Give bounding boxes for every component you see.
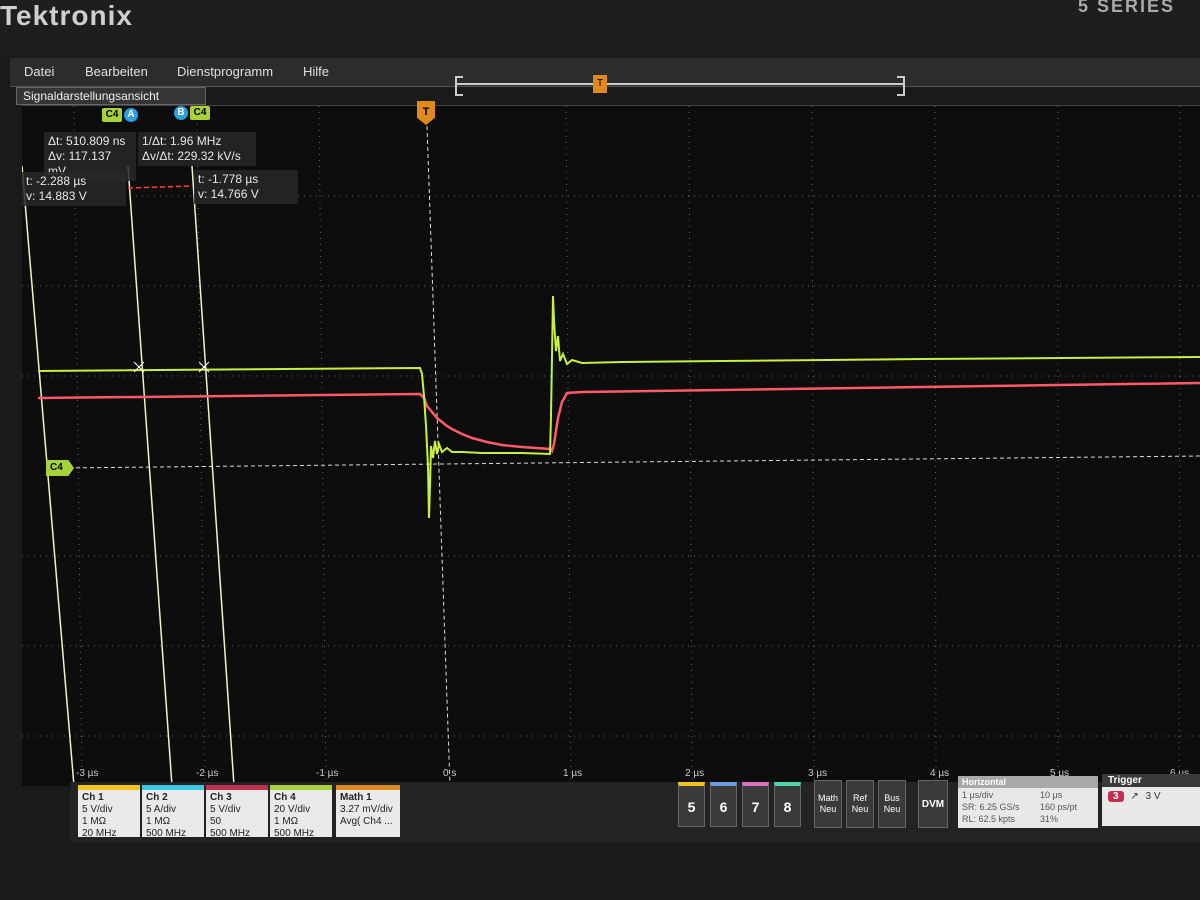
x-tick: 0 s <box>443 768 457 779</box>
cursor-a-time: t: -2.288 µs <box>26 174 87 188</box>
new-bus-button[interactable]: Bus Neu <box>878 780 906 828</box>
record-left-bracket <box>455 76 463 96</box>
new-math-button[interactable]: Math Neu <box>814 780 842 828</box>
waveform-view-title[interactable]: Signaldarstellungsansicht <box>16 87 206 105</box>
new-ref-label-top: Ref <box>852 793 867 803</box>
menu-dienstprogramm[interactable]: Dienstprogramm <box>177 64 273 79</box>
dv-dt-value: Δv/Δt: 229.32 kV/s <box>142 149 241 163</box>
new-bus-label-bottom: Neu <box>883 804 901 814</box>
cursor-b-label[interactable]: B <box>174 106 188 120</box>
math-trace <box>37 381 1200 454</box>
brand-logo: Tektronix <box>0 0 133 31</box>
record-trigger-mark[interactable]: T <box>593 75 607 93</box>
channel-8-button[interactable]: 8 <box>774 782 801 827</box>
dvm-button[interactable]: DVM <box>918 780 948 828</box>
cursor-a-readout: t: -2.288 µs v: 14.883 V <box>22 172 126 206</box>
graticule <box>22 106 1200 786</box>
rising-edge-icon: ↗ <box>1130 791 1139 802</box>
x-tick: 2 µs <box>685 768 705 779</box>
x-tick: 1 µs <box>563 768 583 779</box>
ch3-bandwidth: 500 MHz <box>210 828 251 839</box>
trigger-level: 3 V <box>1145 791 1161 802</box>
ch2-settings-badge[interactable]: Ch 2 5 A/div 1 MΩ 500 MHz <box>142 785 204 839</box>
channel-6-button[interactable]: 6 <box>710 782 737 827</box>
horizontal-title: Horizontal <box>958 776 1098 788</box>
ch4-scale: 20 V/div <box>274 804 311 815</box>
center-horizontal-line <box>61 455 1200 469</box>
horizontal-record-duration: 10 µs <box>1040 790 1063 800</box>
waveform-plot[interactable]: C4 A B C4 Δt: 510.809 ns Δv: 117.137 mV … <box>22 105 1200 786</box>
x-tick: -2 µs <box>196 768 219 779</box>
ch1-scale: 5 V/div <box>82 804 113 815</box>
cursor-a-label[interactable]: A <box>124 108 138 122</box>
new-math-label-top: Math <box>817 793 838 803</box>
cursor-a-b-dashed <box>127 185 193 189</box>
x-tick: 4 µs <box>930 768 950 779</box>
delta-t-value: Δt: 510.809 ns <box>48 134 126 148</box>
menu-bearbeiten[interactable]: Bearbeiten <box>85 64 148 79</box>
ch3-name: Ch 3 <box>210 792 232 803</box>
new-ref-label-bottom: Neu <box>851 804 869 814</box>
record-bar <box>455 83 905 85</box>
new-bus-label-top: Bus <box>884 793 900 803</box>
ch3-scale: 5 V/div <box>210 804 241 815</box>
ch1-name: Ch 1 <box>82 792 104 803</box>
channel-5-button[interactable]: 5 <box>678 782 705 827</box>
horizontal-scale: 1 µs/div <box>962 790 994 800</box>
ch1-bandwidth: 20 MHz <box>82 828 117 839</box>
menu-hilfe[interactable]: Hilfe <box>303 64 329 79</box>
menu-datei[interactable]: Datei <box>24 64 54 79</box>
ch4-impedance: 1 MΩ <box>274 816 299 827</box>
cursor-a-voltage: v: 14.883 V <box>26 189 87 203</box>
ch2-bandwidth: 500 MHz <box>146 828 187 839</box>
monitor-bezel: Tektronix 5 SERIES <box>0 0 1200 55</box>
x-tick: -3 µs <box>76 768 99 779</box>
horizontal-position-navigator[interactable]: T <box>455 75 905 96</box>
cursor-a-line <box>127 165 173 786</box>
cursor-b-time: t: -1.778 µs <box>198 172 259 186</box>
left-edge-trace-line <box>22 165 75 786</box>
trigger-source: 3 <box>1108 791 1124 802</box>
ch2-impedance: 1 MΩ <box>146 816 171 827</box>
ch4-bandwidth: 500 MHz <box>274 828 315 839</box>
cursor-b-line <box>191 165 235 786</box>
trigger-settings-badge[interactable]: Trigger 3 ↗ 3 V <box>1102 774 1200 826</box>
ch3-settings-badge[interactable]: Ch 3 5 V/div 50 500 MHz <box>206 785 268 839</box>
ch4-settings-badge[interactable]: Ch 4 20 V/div 1 MΩ 500 MHz <box>270 785 332 839</box>
ch4-offset-marker[interactable]: C4 <box>46 460 74 476</box>
cursor-b-source-tag[interactable]: C4 <box>190 106 210 120</box>
ch2-scale: 5 A/div <box>146 804 177 815</box>
horizontal-position-percent: 31% <box>1040 814 1059 824</box>
ch3-impedance: 50 <box>210 816 222 827</box>
x-tick: 3 µs <box>808 768 828 779</box>
math1-name: Math 1 <box>340 792 372 803</box>
record-length: RL: 62.5 kpts <box>962 814 1016 824</box>
time-per-point: 160 ps/pt <box>1040 802 1078 812</box>
horizontal-settings-badge[interactable]: Horizontal 1 µs/div 10 µs SR: 6.25 GS/s 16… <box>958 776 1098 828</box>
sample-rate: SR: 6.25 GS/s <box>962 802 1020 812</box>
cursor-rate-readout: 1/Δt: 1.96 MHz Δv/Δt: 229.32 kV/s <box>138 132 256 166</box>
math1-expression: Avg( Ch4 ... <box>340 816 393 827</box>
ch1-settings-badge[interactable]: Ch 1 5 V/div 1 MΩ 20 MHz <box>78 785 140 839</box>
graticule-and-traces <box>22 106 1200 786</box>
ch2-name: Ch 2 <box>146 792 168 803</box>
record-right-bracket <box>897 76 905 96</box>
ch4-trace <box>37 295 1200 519</box>
ch1-impedance: 1 MΩ <box>82 816 107 827</box>
trigger-title: Trigger <box>1102 774 1200 787</box>
channel-7-button[interactable]: 7 <box>742 782 769 827</box>
new-math-label-bottom: Neu <box>819 804 837 814</box>
math1-scale: 3.27 mV/div <box>340 804 393 815</box>
cursor-b-readout: t: -1.778 µs v: 14.766 V <box>194 170 298 204</box>
cursor-a-source-tag[interactable]: C4 <box>102 108 122 122</box>
math1-settings-badge[interactable]: Math 1 3.27 mV/div Avg( Ch4 ... <box>336 785 400 837</box>
inverse-delta-t-value: 1/Δt: 1.96 MHz <box>142 134 222 148</box>
cursor-b-voltage: v: 14.766 V <box>198 187 259 201</box>
new-ref-button[interactable]: Ref Neu <box>846 780 874 828</box>
series-label: 5 SERIES <box>1077 0 1175 16</box>
x-tick: -1 µs <box>316 768 339 779</box>
ch4-name: Ch 4 <box>274 792 296 803</box>
